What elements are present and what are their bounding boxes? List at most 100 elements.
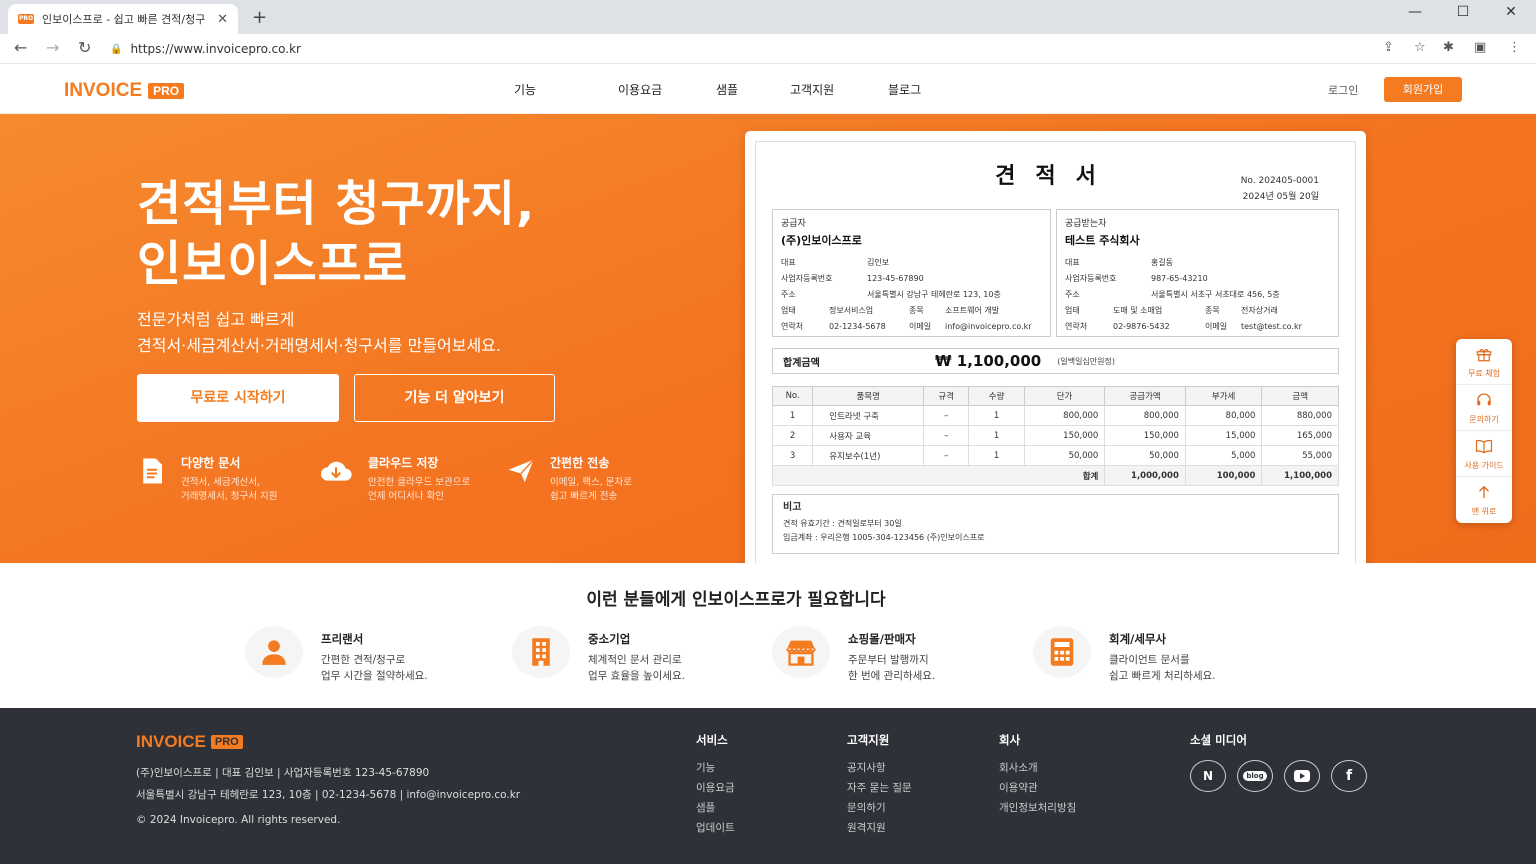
footer-col-title: 회사	[999, 733, 1021, 747]
address-bar: ← → ↻ 🔒 https://www.invoicepro.co.kr ⇪ ☆…	[0, 34, 1536, 64]
site-header: INVOICE PRO 기능 이용요금 샘플 고객지원 블로그 로그인 회원가입	[0, 64, 1536, 114]
field-value: test@test.co.kr	[1241, 321, 1302, 331]
footer-logo[interactable]: INVOICE PRO	[136, 732, 243, 752]
items-table: No. 품목명 규격 수량 단가 공급가액 부가세 금액 1 인트라넷 구축 –	[771, 386, 1339, 486]
field-value: 123-45-67890	[867, 273, 924, 283]
nav-support[interactable]: 고객지원	[790, 81, 834, 98]
column-header: No.	[771, 386, 814, 406]
footer-link[interactable]: 업데이트	[696, 820, 735, 840]
copyright: © 2024 Invoicepro. All rights reserved.	[136, 814, 341, 826]
footer-link[interactable]: 회사소개	[999, 760, 1076, 780]
sidepanel-icon[interactable]: ▣	[1474, 40, 1486, 55]
field-label: 연락처	[781, 321, 804, 331]
signup-button[interactable]: 회원가입	[1384, 77, 1462, 102]
side-label: 무료 체험	[1468, 369, 1500, 378]
person-icon	[262, 640, 286, 665]
footer-link[interactable]: 개인정보처리방침	[999, 800, 1076, 820]
client-role: 공급받는자	[1065, 219, 1107, 229]
side-guide[interactable]: 사용 가이드	[1456, 431, 1512, 477]
quote-preview-card: 견적서 No. 202405-0001 2024년 05월 20일 공급자 (주…	[745, 131, 1366, 563]
side-label: 맨 위로	[1471, 507, 1497, 516]
supplier-role: 공급자	[781, 219, 806, 229]
forward-icon[interactable]: →	[46, 38, 59, 57]
tab-close-icon[interactable]: ✕	[217, 12, 228, 27]
login-link[interactable]: 로그인	[1328, 82, 1358, 98]
start-free-button[interactable]: 무료로 시작하기	[137, 374, 339, 422]
minimize-icon[interactable]: —	[1392, 4, 1438, 20]
url-field[interactable]: 🔒 https://www.invoicepro.co.kr	[110, 38, 1380, 60]
floating-side-menu: 무료 체험 문의하기 사용 가이드 맨 위로	[1456, 339, 1512, 523]
hero-title-line2: 인보이스프로	[137, 236, 408, 292]
table-cell: 150,000	[1104, 425, 1186, 446]
field-value: 987-65-43210	[1151, 273, 1208, 283]
learn-more-button[interactable]: 기능 더 알아보기	[354, 374, 555, 422]
footer-link[interactable]: 기능	[696, 760, 735, 780]
feature-title: 간편한 전송	[550, 456, 610, 470]
site-logo[interactable]: INVOICE PRO	[64, 80, 185, 102]
nav-pricing[interactable]: 이용요금	[618, 81, 662, 98]
table-cell: 1	[968, 445, 1025, 466]
footer-link[interactable]: 문의하기	[847, 800, 912, 820]
footer-link[interactable]: 이용요금	[696, 780, 735, 800]
field-value: 서울특별시 강남구 테헤란로 123, 10층	[867, 289, 1001, 299]
table-cell: 1	[968, 405, 1025, 426]
naver-icon[interactable]: N	[1190, 760, 1226, 792]
field-label: 이메일	[909, 321, 932, 331]
persona-desc: 클라이언트 문서를	[1109, 654, 1190, 666]
field-label: 대표	[1065, 257, 1080, 267]
field-value: info@invoicepro.co.kr	[945, 321, 1032, 331]
feature-send: 간편한 전송 이메일, 팩스, 문자로 쉽고 빠르게 전송	[506, 454, 632, 504]
youtube-icon[interactable]	[1284, 760, 1320, 792]
footer-link[interactable]: 샘플	[696, 800, 735, 820]
reload-icon[interactable]: ↻	[78, 38, 91, 57]
field-label: 사업자등록번호	[1065, 273, 1117, 283]
field-value: 도매 및 소매업	[1113, 305, 1163, 315]
table-cell: 150,000	[1023, 425, 1106, 446]
blog-icon[interactable]: blog	[1237, 760, 1273, 792]
footer-col-social: 소셜 미디어	[1190, 732, 1247, 760]
nav-blog[interactable]: 블로그	[888, 81, 921, 98]
menu-dots-icon[interactable]: ⋮	[1508, 40, 1521, 55]
calculator-icon	[1050, 638, 1074, 666]
facebook-icon[interactable]: f	[1331, 760, 1367, 792]
back-icon[interactable]: ←	[14, 38, 27, 57]
field-value: 정보서비스업	[829, 305, 874, 315]
side-contact[interactable]: 문의하기	[1456, 385, 1512, 431]
extensions-icon[interactable]: ✱	[1443, 40, 1454, 55]
footer-col-company: 회사 회사소개 이용약관 개인정보처리방침	[999, 732, 1076, 820]
total-korean: (일백일십만원정)	[1057, 356, 1115, 366]
bookmark-star-icon[interactable]: ☆	[1414, 40, 1426, 55]
persona-desc: 체계적인 문서 관리로	[588, 654, 682, 666]
table-cell: 800,000	[1023, 405, 1106, 426]
footer-link[interactable]: 원격지원	[847, 820, 912, 840]
persona-seller: 쇼핑몰/판매자 주문부터 발행까지 한 번에 관리하세요.	[772, 626, 935, 684]
share-icon[interactable]: ⇪	[1383, 40, 1394, 55]
table-cell: 50,000	[1104, 445, 1186, 466]
table-cell: 5,000	[1184, 445, 1263, 466]
naver-text: N	[1202, 769, 1214, 783]
remark-line: 입금계좌 : 우리은행 1005-304-123456 (주)인보이스프로	[783, 533, 985, 542]
footer-link[interactable]: 자주 묻는 질문	[847, 780, 912, 800]
feature-title: 클라우드 저장	[368, 456, 439, 470]
field-label: 종목	[1205, 305, 1220, 315]
footer-logo-badge: PRO	[210, 735, 243, 749]
footer-logo-text: INVOICE	[136, 732, 206, 751]
close-window-icon[interactable]: ✕	[1488, 4, 1534, 20]
column-header: 부가세	[1184, 386, 1263, 406]
sum-label: 합계	[771, 465, 1106, 486]
browser-tab[interactable]: PRO 인보이스프로 - 쉽고 빠른 견적/청구 ✕	[8, 4, 238, 34]
nav-features[interactable]: 기능	[514, 81, 536, 98]
persona-icon-circle	[245, 626, 303, 678]
footer-link[interactable]: 공지사항	[847, 760, 912, 780]
new-tab-icon[interactable]: +	[252, 7, 267, 28]
maximize-icon[interactable]: ☐	[1440, 4, 1486, 20]
feature-desc: 거래명세서, 청구서 지원	[181, 491, 278, 502]
side-free-trial[interactable]: 무료 체험	[1456, 339, 1512, 385]
table-row: 2 사용자 교육 – 1 150,000 150,000 15,000 165,…	[771, 425, 1339, 446]
side-back-to-top[interactable]: 맨 위로	[1456, 477, 1512, 523]
side-label: 문의하기	[1469, 415, 1499, 424]
nav-samples[interactable]: 샘플	[716, 81, 738, 98]
sum-vat: 100,000	[1184, 465, 1263, 486]
footer-link[interactable]: 이용약관	[999, 780, 1076, 800]
field-label: 대표	[781, 257, 796, 267]
